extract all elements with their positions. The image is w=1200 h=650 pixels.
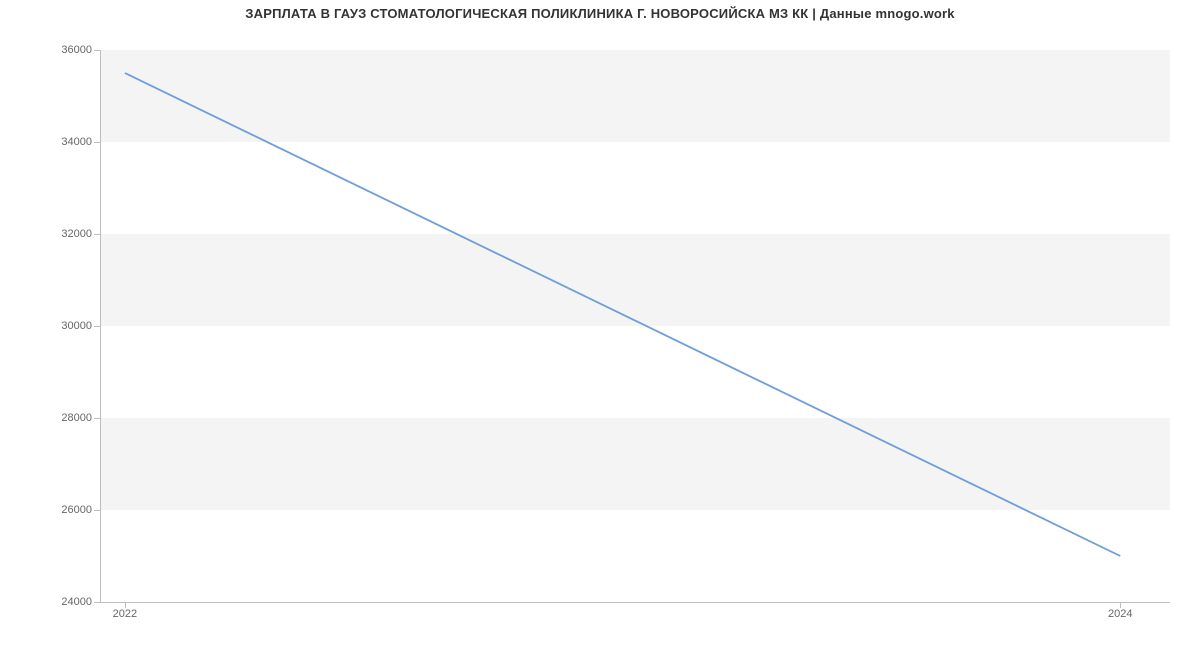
data-line <box>125 73 1120 556</box>
y-tick-mark <box>94 142 100 143</box>
x-axis-line <box>100 602 1170 603</box>
chart-line-layer <box>100 50 1170 602</box>
x-tick-label: 2022 <box>113 608 137 620</box>
y-tick-mark <box>94 418 100 419</box>
y-tick-mark <box>94 326 100 327</box>
x-tick-label: 2024 <box>1108 608 1132 620</box>
chart-container: ЗАРПЛАТА В ГАУЗ СТОМАТОЛОГИЧЕСКАЯ ПОЛИКЛ… <box>0 0 1200 650</box>
y-tick-label: 28000 <box>2 412 92 424</box>
plot-area <box>100 50 1170 602</box>
x-tick-mark <box>1120 602 1121 608</box>
y-axis-line <box>100 50 101 602</box>
y-tick-label: 32000 <box>2 228 92 240</box>
chart-title: ЗАРПЛАТА В ГАУЗ СТОМАТОЛОГИЧЕСКАЯ ПОЛИКЛ… <box>0 6 1200 21</box>
y-tick-mark <box>94 602 100 603</box>
y-tick-label: 34000 <box>2 136 92 148</box>
y-tick-label: 24000 <box>2 596 92 608</box>
y-tick-mark <box>94 50 100 51</box>
x-tick-mark <box>125 602 126 608</box>
y-tick-label: 36000 <box>2 44 92 56</box>
y-tick-mark <box>94 510 100 511</box>
y-tick-mark <box>94 234 100 235</box>
y-tick-label: 26000 <box>2 504 92 516</box>
y-tick-label: 30000 <box>2 320 92 332</box>
